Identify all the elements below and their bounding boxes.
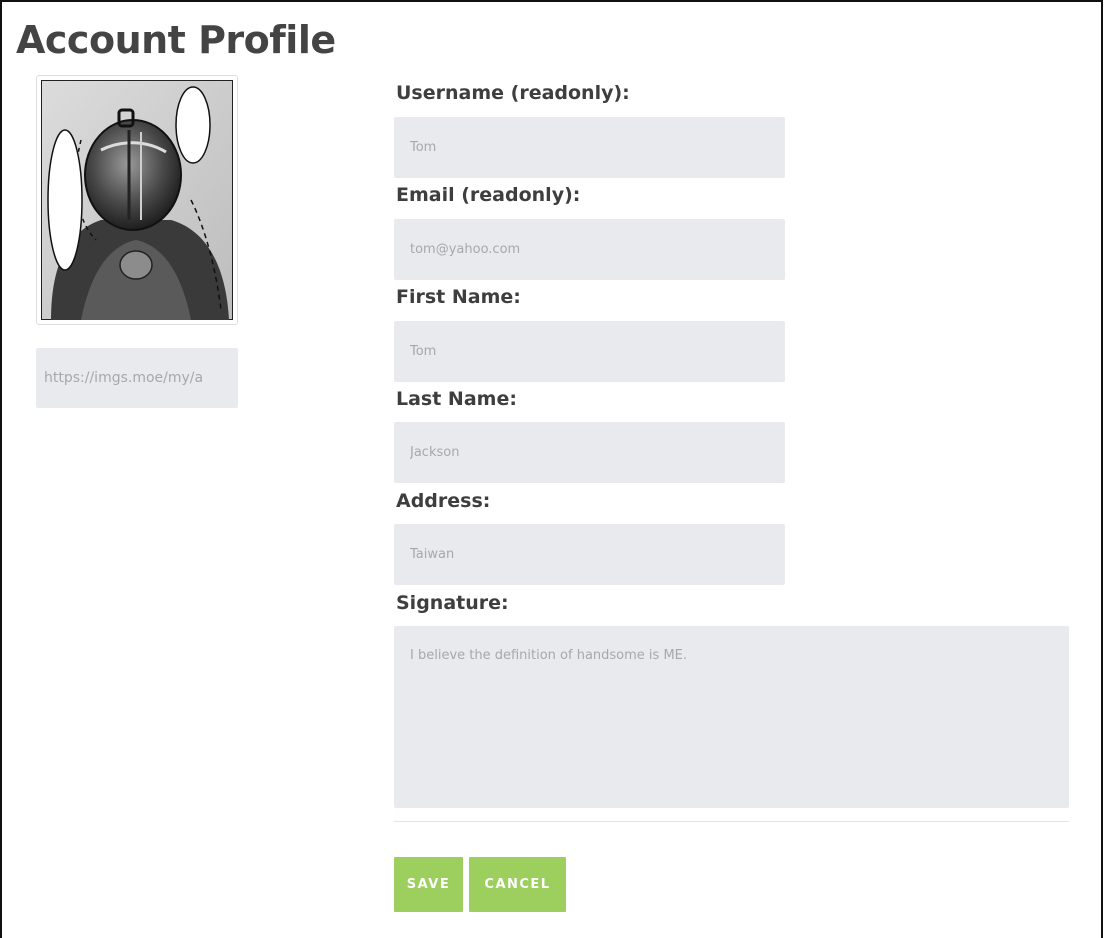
address-label: Address:	[396, 490, 491, 512]
username-field[interactable]	[394, 117, 785, 178]
first-name-label: First Name:	[396, 286, 521, 308]
last-name-field[interactable]	[394, 422, 785, 483]
email-field[interactable]	[394, 219, 785, 280]
signature-field[interactable]	[394, 626, 1069, 808]
save-button[interactable]: SAVE	[394, 857, 463, 912]
last-name-label: Last Name:	[396, 388, 517, 410]
avatar-url-input[interactable]	[36, 348, 238, 408]
form-divider	[394, 821, 1069, 822]
first-name-field[interactable]	[394, 321, 785, 382]
avatar[interactable]	[36, 75, 238, 325]
address-field[interactable]	[394, 524, 785, 585]
email-label: Email (readonly):	[396, 184, 581, 206]
page-title: Account Profile	[16, 18, 336, 62]
username-label: Username (readonly):	[396, 82, 630, 104]
avatar-image	[41, 80, 233, 320]
signature-label: Signature:	[396, 592, 509, 614]
cancel-button[interactable]: CANCEL	[469, 857, 566, 912]
